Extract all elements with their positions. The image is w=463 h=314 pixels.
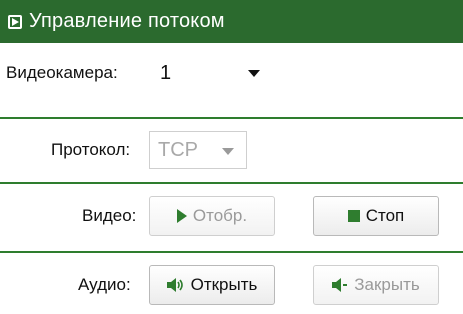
speaker-icon <box>166 277 185 293</box>
protocol-select-value: TCP <box>158 138 198 161</box>
chevron-down-icon <box>248 70 260 77</box>
close-audio-button[interactable]: Закрыть <box>313 265 439 305</box>
protocol-row: Протокол: TCP <box>0 119 463 180</box>
protocol-select[interactable]: TCP <box>149 131 247 169</box>
camera-select[interactable]: 1 <box>152 54 272 92</box>
chevron-down-icon <box>222 148 234 155</box>
camera-select-value: 1 <box>160 61 172 84</box>
close-audio-label: Закрыть <box>354 275 420 294</box>
show-video-label: Отобр. <box>192 206 248 225</box>
panel-header: Управление потоком <box>0 0 463 43</box>
open-audio-button[interactable]: Открыть <box>149 265 275 305</box>
show-video-button[interactable]: Отобр. <box>149 196 275 236</box>
open-audio-label: Открыть <box>190 275 258 294</box>
stop-icon <box>347 210 360 222</box>
camera-row: Видеокамера: 1 <box>0 43 463 104</box>
play-icon <box>176 209 187 223</box>
video-label: Видео: <box>82 206 137 225</box>
video-row: Видео: Отобр. Стоп <box>0 184 463 245</box>
panel-title: Управление потоком <box>29 10 225 32</box>
camera-label: Видеокамера: <box>6 63 118 82</box>
protocol-label: Протокол: <box>51 140 131 159</box>
audio-row: Аудио: Открыть Закрыть <box>0 253 463 314</box>
speaker-mute-icon <box>332 277 348 293</box>
stop-video-button[interactable]: Стоп <box>313 196 439 236</box>
play-square-icon <box>8 14 22 29</box>
stop-video-label: Стоп <box>365 206 405 225</box>
audio-label: Аудио: <box>78 275 131 294</box>
